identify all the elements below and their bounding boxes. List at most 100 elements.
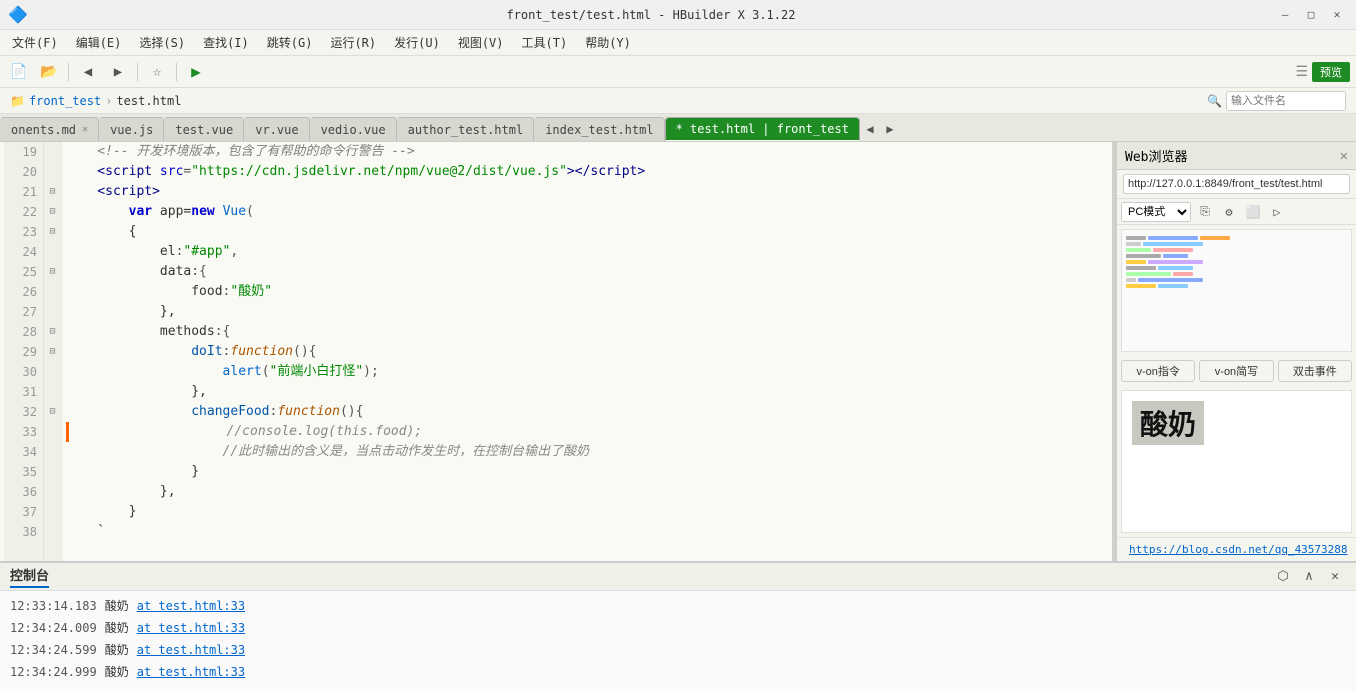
console-row-2: 12:34:24.599 酸奶 at test.html:33 bbox=[10, 639, 1346, 661]
line-num-27: 27 bbox=[4, 302, 43, 322]
fold-btn-25[interactable]: ⊟ bbox=[44, 262, 61, 282]
console-export-button[interactable]: ⬡ bbox=[1272, 567, 1294, 587]
console-link-2[interactable]: at test.html:33 bbox=[137, 639, 245, 661]
code-line-23: { bbox=[66, 222, 1108, 242]
console-time-0: 12:33:14.183 bbox=[10, 595, 97, 617]
tab-vr[interactable]: vr.vue bbox=[244, 117, 309, 141]
code-line-33: //console.log(this.food); bbox=[66, 422, 1108, 442]
toolbar-separator-2 bbox=[137, 63, 138, 81]
browser-toolbar: PC模式 移动模式 ⎘ ⚙ ⬜ ▷ bbox=[1117, 199, 1356, 225]
fold-btn-29[interactable]: ⊟ bbox=[44, 342, 61, 362]
console-link-0[interactable]: at test.html:33 bbox=[137, 595, 245, 617]
tab-label-components: onents.md bbox=[11, 123, 76, 137]
breadcrumb-file: test.html bbox=[116, 94, 181, 108]
von-instruction-button[interactable]: v-on指令 bbox=[1121, 360, 1195, 382]
menu-publish[interactable]: 发行(U) bbox=[386, 32, 448, 53]
code-line-21: <script> bbox=[66, 182, 1108, 202]
tab-close-components[interactable]: ✕ bbox=[82, 124, 88, 135]
browser-mode-select[interactable]: PC模式 移动模式 bbox=[1121, 202, 1191, 222]
folder-icon: 📁 bbox=[10, 94, 25, 108]
console-title: 控制台 bbox=[10, 565, 49, 588]
fold-btn-28[interactable]: ⊟ bbox=[44, 322, 61, 342]
fold-btn-22[interactable]: ⊟ bbox=[44, 202, 61, 222]
menu-run[interactable]: 运行(R) bbox=[322, 32, 384, 53]
code-line-37: } bbox=[66, 502, 1108, 522]
tab-author[interactable]: author_test.html bbox=[397, 117, 535, 141]
console-link-1[interactable]: at test.html:33 bbox=[137, 617, 245, 639]
file-search-input[interactable] bbox=[1226, 91, 1346, 111]
double-click-button[interactable]: 双击事件 bbox=[1278, 360, 1352, 382]
browser-copy-button[interactable]: ⎘ bbox=[1195, 202, 1215, 222]
console-content: 12:33:14.183 酸奶 at test.html:33 12:34:24… bbox=[0, 591, 1356, 691]
code-line-26: food:"酸奶" bbox=[66, 282, 1108, 302]
menu-bar: 文件(F) 编辑(E) 选择(S) 查找(I) 跳转(G) 运行(R) 发行(U… bbox=[0, 30, 1356, 56]
editor-area[interactable]: 19 20 21 22 23 24 25 26 27 28 29 30 31 3… bbox=[0, 142, 1112, 561]
breadcrumb-project[interactable]: front_test bbox=[29, 94, 101, 108]
line-num-29: 29 bbox=[4, 342, 43, 362]
von-shorthand-button[interactable]: v-on简写 bbox=[1199, 360, 1273, 382]
console-time-1: 12:34:24.009 bbox=[10, 617, 97, 639]
tab-vedio[interactable]: vedio.vue bbox=[310, 117, 397, 141]
csdn-link[interactable]: https://blog.csdn.net/qq_43573288 bbox=[1123, 541, 1354, 558]
maximize-button[interactable]: □ bbox=[1300, 4, 1322, 26]
tab-test-vue[interactable]: test.vue bbox=[164, 117, 244, 141]
fold-btn-23[interactable]: ⊟ bbox=[44, 222, 61, 242]
tab-scroll-right[interactable]: ▶ bbox=[880, 117, 900, 141]
tab-label-vedio: vedio.vue bbox=[321, 123, 386, 137]
tab-index-test[interactable]: index_test.html bbox=[534, 117, 664, 141]
tab-label-author: author_test.html bbox=[408, 123, 524, 137]
menu-jump[interactable]: 跳转(G) bbox=[259, 32, 321, 53]
console-area: 控制台 ⬡ ∧ ✕ 12:33:14.183 酸奶 at test.html:3… bbox=[0, 561, 1356, 691]
minimize-button[interactable]: — bbox=[1274, 4, 1296, 26]
menu-help[interactable]: 帮助(Y) bbox=[577, 32, 639, 53]
console-val-1: 酸奶 bbox=[105, 617, 129, 639]
breadcrumb: 📁 front_test › test.html 🔍 bbox=[0, 88, 1356, 114]
browser-panel-close-button[interactable]: ✕ bbox=[1340, 148, 1348, 164]
fold-btn-21[interactable]: ⊟ bbox=[44, 182, 61, 202]
browser-panel-title: Web浏览器 bbox=[1125, 146, 1187, 165]
open-file-button[interactable]: 📂 bbox=[36, 60, 62, 84]
menu-select[interactable]: 选择(S) bbox=[131, 32, 193, 53]
tab-scroll-left[interactable]: ◀ bbox=[860, 117, 880, 141]
code-content[interactable]: <!-- 开发环境版本，包含了有帮助的命令行警告 --> <script src… bbox=[62, 142, 1112, 561]
code-line-27: }, bbox=[66, 302, 1108, 322]
console-clear-button[interactable]: ✕ bbox=[1324, 567, 1346, 587]
fold-btn-30 bbox=[44, 362, 61, 382]
browser-expand-button[interactable]: ⬜ bbox=[1243, 202, 1263, 222]
line-num-24: 24 bbox=[4, 242, 43, 262]
preview-button[interactable]: 预览 bbox=[1312, 62, 1350, 82]
tab-bar: onents.md ✕ vue.js test.vue vr.vue vedio… bbox=[0, 114, 1356, 142]
tab-vue[interactable]: vue.js bbox=[99, 117, 164, 141]
run-button[interactable]: ▶ bbox=[183, 60, 209, 84]
close-button[interactable]: ✕ bbox=[1326, 4, 1348, 26]
code-editor[interactable]: 19 20 21 22 23 24 25 26 27 28 29 30 31 3… bbox=[0, 142, 1112, 561]
console-time-2: 12:34:24.599 bbox=[10, 639, 97, 661]
forward-button[interactable]: ▶ bbox=[105, 60, 131, 84]
yogurt-display: 酸奶 bbox=[1132, 401, 1204, 445]
new-file-button[interactable]: 📄 bbox=[6, 60, 32, 84]
tab-test-html[interactable]: * test.html | front_test bbox=[665, 117, 860, 141]
menu-find[interactable]: 查找(I) bbox=[195, 32, 257, 53]
bookmark-button[interactable]: ☆ bbox=[144, 60, 170, 84]
console-link-3[interactable]: at test.html:33 bbox=[137, 661, 245, 683]
back-button[interactable]: ◀ bbox=[75, 60, 101, 84]
menu-edit[interactable]: 编辑(E) bbox=[68, 32, 130, 53]
line-num-35: 35 bbox=[4, 462, 43, 482]
code-line-38: ` bbox=[66, 522, 1108, 542]
menu-view[interactable]: 视图(V) bbox=[450, 32, 512, 53]
menu-file[interactable]: 文件(F) bbox=[4, 32, 66, 53]
browser-more-button[interactable]: ▷ bbox=[1267, 202, 1287, 222]
tab-components[interactable]: onents.md ✕ bbox=[0, 117, 99, 141]
tab-label-vue: vue.js bbox=[110, 123, 153, 137]
fold-btn-32[interactable]: ⊟ bbox=[44, 402, 61, 422]
menu-tools[interactable]: 工具(T) bbox=[514, 32, 576, 53]
code-line-34: //此时输出的含义是，当点击动作发生时，在控制台输出了酸奶 bbox=[66, 442, 1108, 462]
toolbar: 📄 📂 ◀ ▶ ☆ ▶ ☰ 预览 bbox=[0, 56, 1356, 88]
fold-btn-36 bbox=[44, 482, 61, 502]
console-scroll-up-button[interactable]: ∧ bbox=[1298, 567, 1320, 587]
browser-settings-button[interactable]: ⚙ bbox=[1219, 202, 1239, 222]
code-line-24: el:"#app", bbox=[66, 242, 1108, 262]
browser-panel: Web浏览器 ✕ PC模式 移动模式 ⎘ ⚙ ⬜ ▷ bbox=[1116, 142, 1356, 561]
tab-label-vr: vr.vue bbox=[255, 123, 298, 137]
browser-url-input[interactable] bbox=[1123, 174, 1350, 194]
